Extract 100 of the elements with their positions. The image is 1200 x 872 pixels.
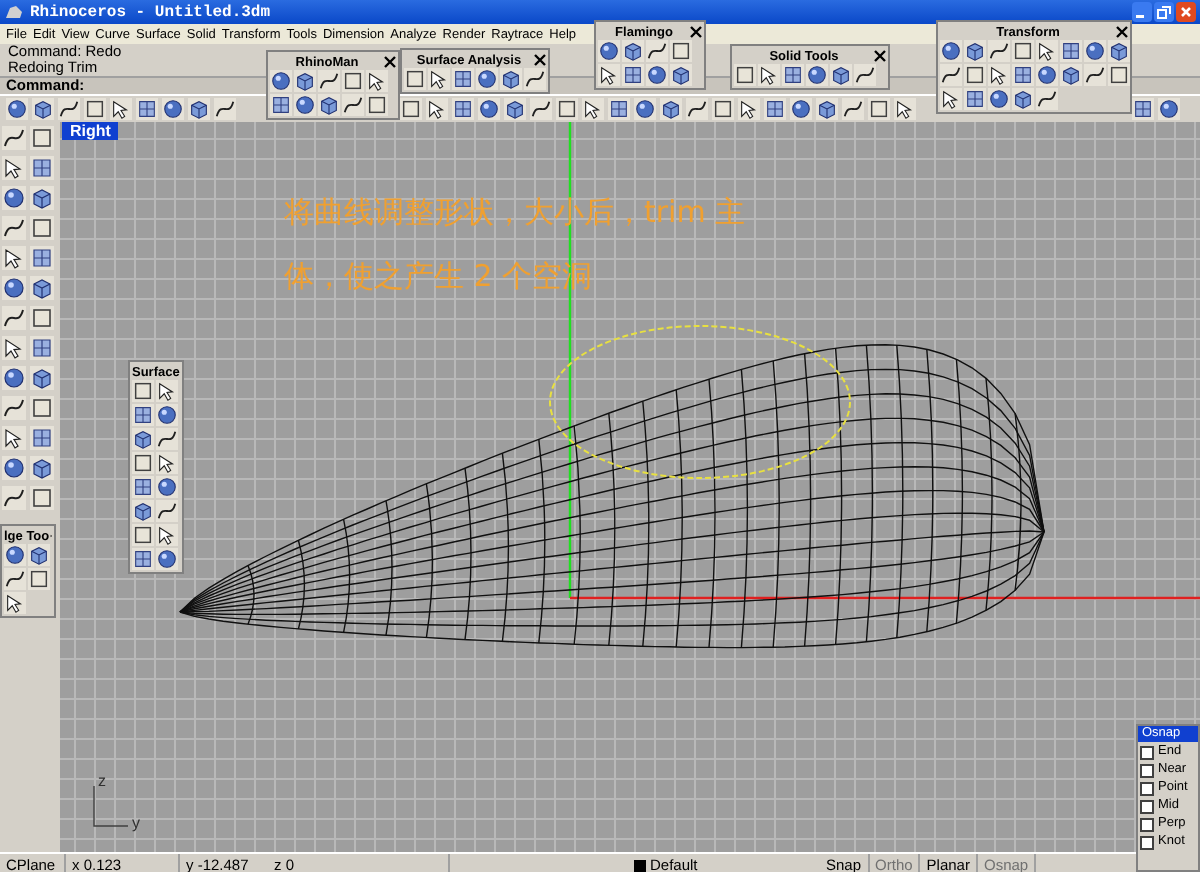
- square-icon[interactable]: [132, 452, 154, 474]
- cube-icon[interactable]: [1012, 88, 1034, 110]
- arrow-icon[interactable]: [1036, 40, 1058, 62]
- square-icon[interactable]: [30, 216, 54, 240]
- sphere-icon[interactable]: [156, 548, 178, 570]
- grid-icon[interactable]: [964, 88, 986, 110]
- grid-icon[interactable]: [608, 98, 630, 120]
- curve-icon[interactable]: [1084, 64, 1106, 86]
- sphere-icon[interactable]: [1084, 40, 1106, 62]
- grid-icon[interactable]: [136, 98, 158, 120]
- square-icon[interactable]: [30, 126, 54, 150]
- arrow-icon[interactable]: [156, 524, 178, 546]
- cube-icon[interactable]: [28, 544, 50, 566]
- arrow-icon[interactable]: [2, 246, 26, 270]
- sphere-icon[interactable]: [156, 476, 178, 498]
- sphere-icon[interactable]: [294, 94, 316, 116]
- arrow-icon[interactable]: [582, 98, 604, 120]
- checkbox[interactable]: [1140, 763, 1154, 777]
- cube-icon[interactable]: [1060, 64, 1082, 86]
- sphere-icon[interactable]: [806, 64, 828, 86]
- curve-icon[interactable]: [646, 40, 668, 62]
- cube-icon[interactable]: [30, 276, 54, 300]
- cube-icon[interactable]: [816, 98, 838, 120]
- arrow-icon[interactable]: [110, 98, 132, 120]
- cube-icon[interactable]: [830, 64, 852, 86]
- grid-icon[interactable]: [30, 426, 54, 450]
- sphere-icon[interactable]: [598, 40, 620, 62]
- sphere-icon[interactable]: [646, 64, 668, 86]
- arrow-icon[interactable]: [894, 98, 916, 120]
- curve-icon[interactable]: [214, 98, 236, 120]
- arrow-icon[interactable]: [2, 156, 26, 180]
- curve-icon[interactable]: [156, 500, 178, 522]
- square-icon[interactable]: [132, 380, 154, 402]
- cube-icon[interactable]: [1108, 40, 1130, 62]
- grid-icon[interactable]: [452, 68, 474, 90]
- curve-icon[interactable]: [58, 98, 80, 120]
- square-icon[interactable]: [132, 524, 154, 546]
- sphere-icon[interactable]: [156, 404, 178, 426]
- arrow-icon[interactable]: [988, 64, 1010, 86]
- sphere-icon[interactable]: [6, 98, 28, 120]
- restore-icon[interactable]: [1154, 2, 1174, 22]
- square-icon[interactable]: [30, 396, 54, 420]
- arrow-icon[interactable]: [426, 98, 448, 120]
- grid-icon[interactable]: [622, 64, 644, 86]
- grid-icon[interactable]: [452, 98, 474, 120]
- cube-icon[interactable]: [30, 456, 54, 480]
- sphere-icon[interactable]: [1036, 64, 1058, 86]
- square-icon[interactable]: [84, 98, 106, 120]
- curve-icon[interactable]: [686, 98, 708, 120]
- curve-icon[interactable]: [842, 98, 864, 120]
- minimize-icon[interactable]: [1132, 2, 1152, 22]
- grid-icon[interactable]: [132, 476, 154, 498]
- grid-icon[interactable]: [132, 548, 154, 570]
- grid-icon[interactable]: [782, 64, 804, 86]
- cube-icon[interactable]: [964, 40, 986, 62]
- cube-icon[interactable]: [30, 366, 54, 390]
- sphere-icon[interactable]: [476, 68, 498, 90]
- sphere-icon[interactable]: [940, 40, 962, 62]
- cube-icon[interactable]: [132, 428, 154, 450]
- cube-icon[interactable]: [500, 68, 522, 90]
- curve-icon[interactable]: [2, 486, 26, 510]
- cube-icon[interactable]: [318, 94, 340, 116]
- viewport-tab[interactable]: Right: [62, 122, 119, 140]
- square-icon[interactable]: [964, 64, 986, 86]
- square-icon[interactable]: [28, 568, 50, 590]
- sphere-icon[interactable]: [634, 98, 656, 120]
- arrow-icon[interactable]: [940, 88, 962, 110]
- sphere-icon[interactable]: [790, 98, 812, 120]
- cube-icon[interactable]: [188, 98, 210, 120]
- cube-icon[interactable]: [660, 98, 682, 120]
- curve-icon[interactable]: [156, 428, 178, 450]
- curve-icon[interactable]: [2, 126, 26, 150]
- grid-icon[interactable]: [30, 246, 54, 270]
- arrow-icon[interactable]: [598, 64, 620, 86]
- square-icon[interactable]: [366, 94, 388, 116]
- arrow-icon[interactable]: [4, 592, 26, 614]
- grid-icon[interactable]: [764, 98, 786, 120]
- curve-icon[interactable]: [1036, 88, 1058, 110]
- curve-icon[interactable]: [988, 40, 1010, 62]
- sphere-icon[interactable]: [270, 70, 292, 92]
- cube-icon[interactable]: [622, 40, 644, 62]
- square-icon[interactable]: [342, 70, 364, 92]
- sphere-icon[interactable]: [2, 276, 26, 300]
- grid-icon[interactable]: [30, 156, 54, 180]
- cube-icon[interactable]: [30, 186, 54, 210]
- square-icon[interactable]: [1108, 64, 1130, 86]
- checkbox[interactable]: [1140, 835, 1154, 849]
- sphere-icon[interactable]: [1158, 98, 1180, 120]
- square-icon[interactable]: [670, 40, 692, 62]
- arrow-icon[interactable]: [156, 380, 178, 402]
- grid-icon[interactable]: [132, 404, 154, 426]
- cube-icon[interactable]: [504, 98, 526, 120]
- cube-icon[interactable]: [670, 64, 692, 86]
- sphere-icon[interactable]: [478, 98, 500, 120]
- checkbox[interactable]: [1140, 781, 1154, 795]
- arrow-icon[interactable]: [366, 70, 388, 92]
- arrow-icon[interactable]: [738, 98, 760, 120]
- square-icon[interactable]: [734, 64, 756, 86]
- sphere-icon[interactable]: [162, 98, 184, 120]
- cube-icon[interactable]: [294, 70, 316, 92]
